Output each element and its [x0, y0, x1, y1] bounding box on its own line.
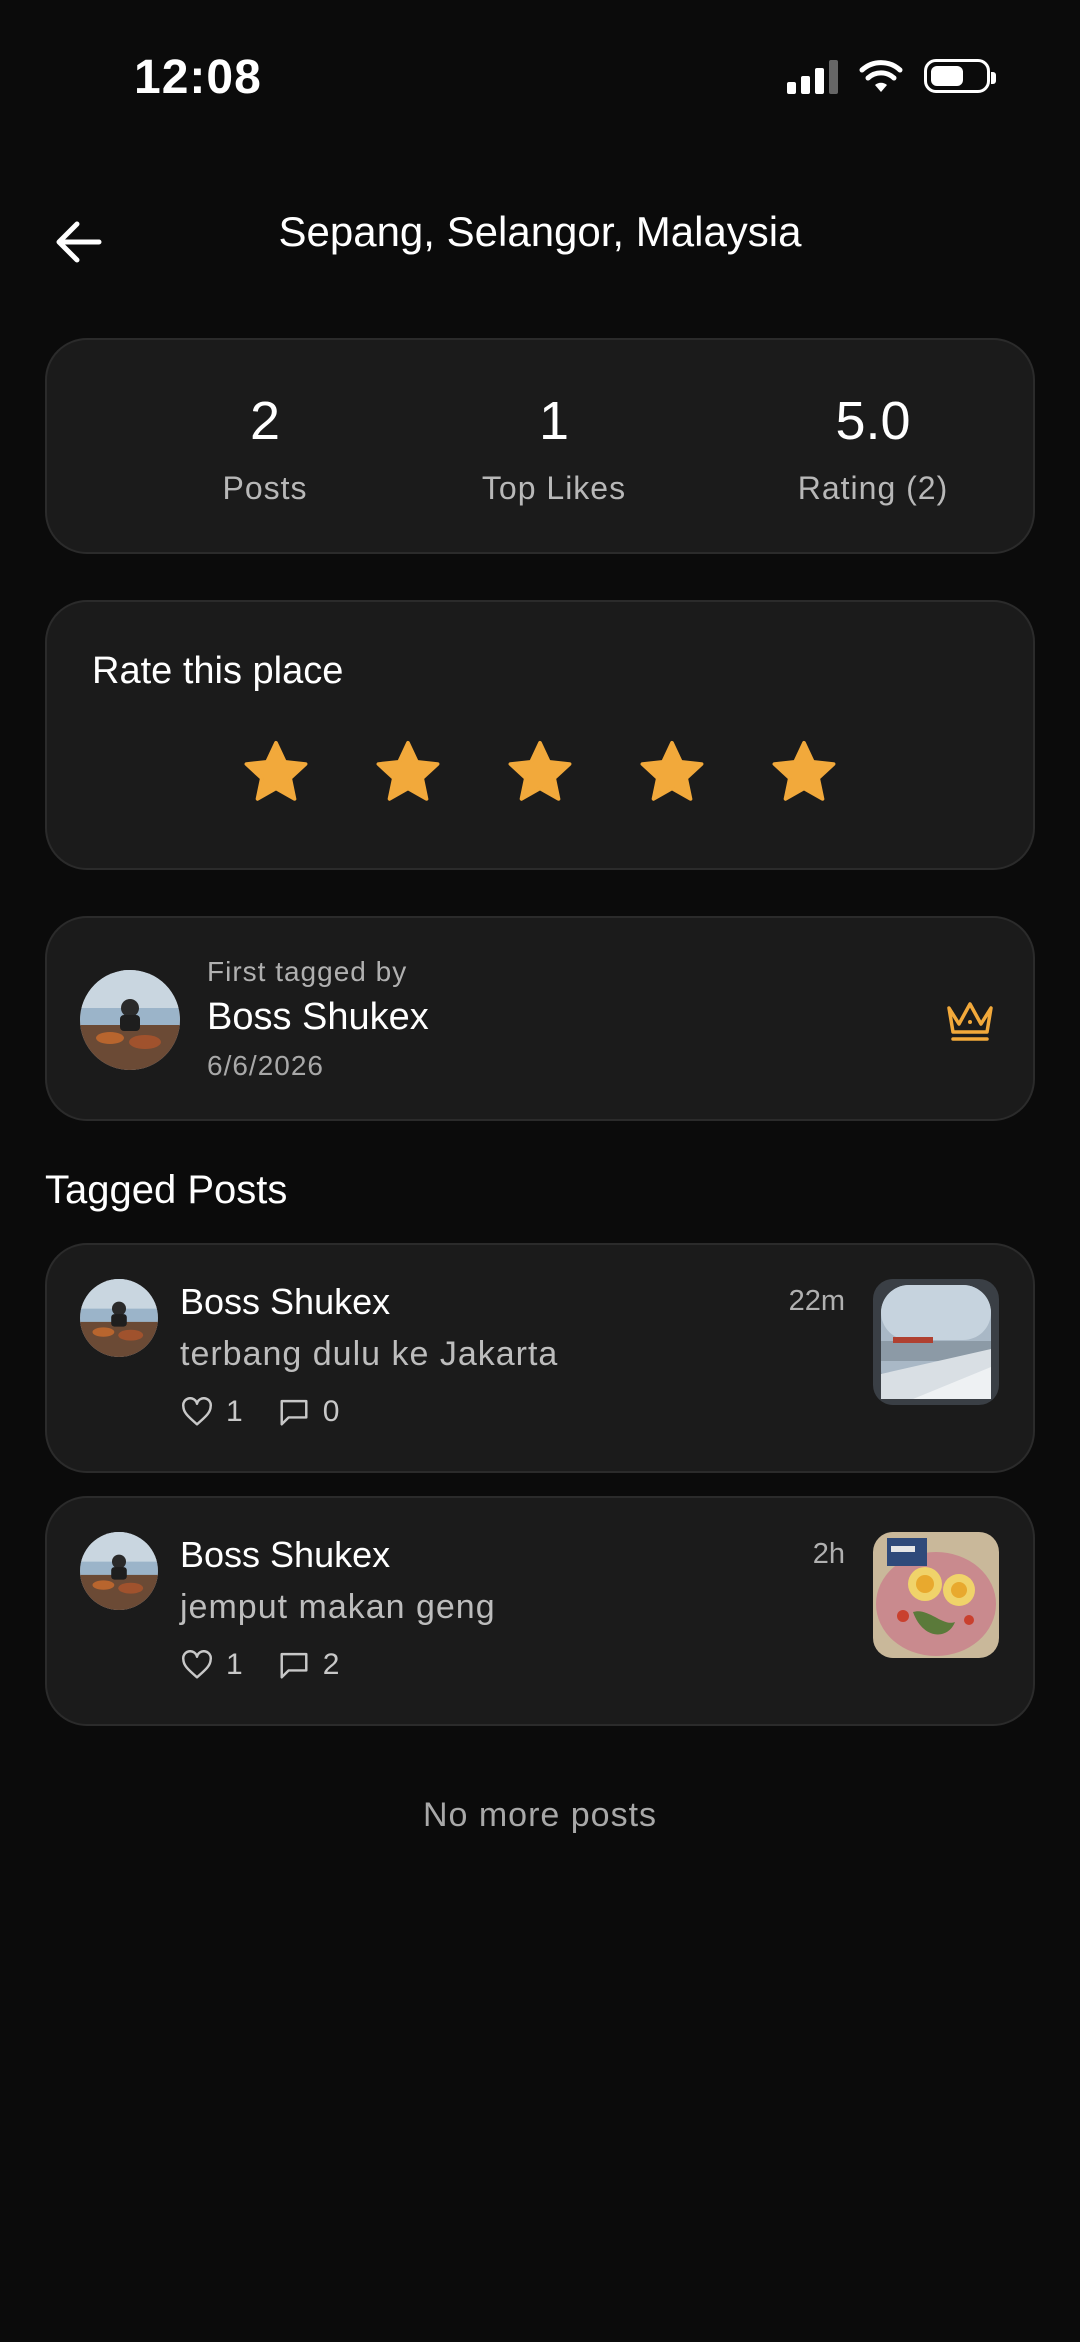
post-text: jemput makan geng	[180, 1588, 496, 1626]
no-more-posts: No more posts	[422, 1796, 658, 1834]
post-author[interactable]: Boss Shukex	[180, 1534, 390, 1576]
rate-card: Rate this place	[45, 600, 1035, 870]
stat-posts-label: Posts	[222, 470, 308, 506]
post-text: terbang dulu ke Jakarta	[180, 1335, 559, 1373]
post-card[interactable]: Boss Shukex 22m terbang dulu ke Jakarta …	[45, 1243, 1035, 1473]
status-time: 12:08	[134, 51, 262, 104]
heart-icon	[182, 1650, 212, 1679]
stat-posts-value: 2	[249, 391, 281, 451]
stat-rating-label: Rating (2)	[797, 470, 949, 506]
page-title: Sepang, Selangor, Malaysia	[278, 208, 802, 255]
cellular-signal-icon	[787, 58, 838, 94]
wifi-icon	[859, 60, 903, 92]
stat-top-likes-value: 1	[538, 391, 570, 451]
status-icons	[787, 58, 996, 94]
avatar[interactable]	[80, 1279, 158, 1357]
post-meta: 1 0	[180, 1395, 359, 1429]
stat-rating[interactable]: 5.0 Rating (2)	[723, 390, 1023, 507]
like-count: 1	[226, 1395, 243, 1428]
post-meta: 1 2	[180, 1648, 359, 1682]
battery-icon	[924, 59, 996, 93]
avatar[interactable]	[80, 1532, 158, 1610]
first-tagged-card[interactable]: First tagged by Boss Shukex 6/6/2026	[45, 916, 1035, 1121]
comment-button[interactable]: 0	[277, 1395, 340, 1429]
star-rating	[47, 736, 1033, 810]
star-icon-2[interactable]	[371, 736, 445, 810]
comment-count: 2	[322, 1648, 340, 1681]
stat-rating-value: 5.0	[835, 391, 911, 451]
like-button[interactable]: 1	[180, 1648, 243, 1682]
post-author[interactable]: Boss Shukex	[180, 1281, 390, 1323]
like-button[interactable]: 1	[180, 1395, 243, 1429]
stats-card: 2 Posts 1 Top Likes 5.0 Rating (2)	[45, 338, 1035, 554]
rate-heading: Rate this place	[92, 650, 344, 692]
post-time: 22m	[788, 1285, 845, 1317]
avatar[interactable]	[80, 970, 180, 1070]
star-icon-1[interactable]	[239, 736, 313, 810]
like-count: 1	[226, 1648, 243, 1681]
first-tagged-caption: First tagged by	[207, 956, 408, 987]
first-tagged-date: 6/6/2026	[207, 1050, 324, 1081]
comment-button[interactable]: 2	[277, 1648, 340, 1682]
comment-count: 0	[322, 1395, 340, 1428]
heart-icon	[182, 1397, 212, 1426]
star-icon-5[interactable]	[767, 736, 841, 810]
crown-icon	[947, 1002, 993, 1041]
stat-top-likes-label: Top Likes	[481, 470, 627, 506]
tagged-posts-heading: Tagged Posts	[45, 1168, 288, 1212]
first-tagged-name[interactable]: Boss Shukex	[207, 996, 429, 1039]
post-thumbnail[interactable]	[873, 1279, 999, 1405]
star-icon-3[interactable]	[503, 736, 577, 810]
stat-posts[interactable]: 2 Posts	[115, 390, 415, 507]
star-icon-4[interactable]	[635, 736, 709, 810]
post-thumbnail[interactable]	[873, 1532, 999, 1658]
comment-icon	[280, 1652, 308, 1679]
comment-icon	[280, 1399, 308, 1426]
post-time: 2h	[812, 1538, 845, 1570]
post-card[interactable]: Boss Shukex 2h jemput makan geng 1 2	[45, 1496, 1035, 1726]
stat-top-likes[interactable]: 1 Top Likes	[404, 390, 704, 507]
